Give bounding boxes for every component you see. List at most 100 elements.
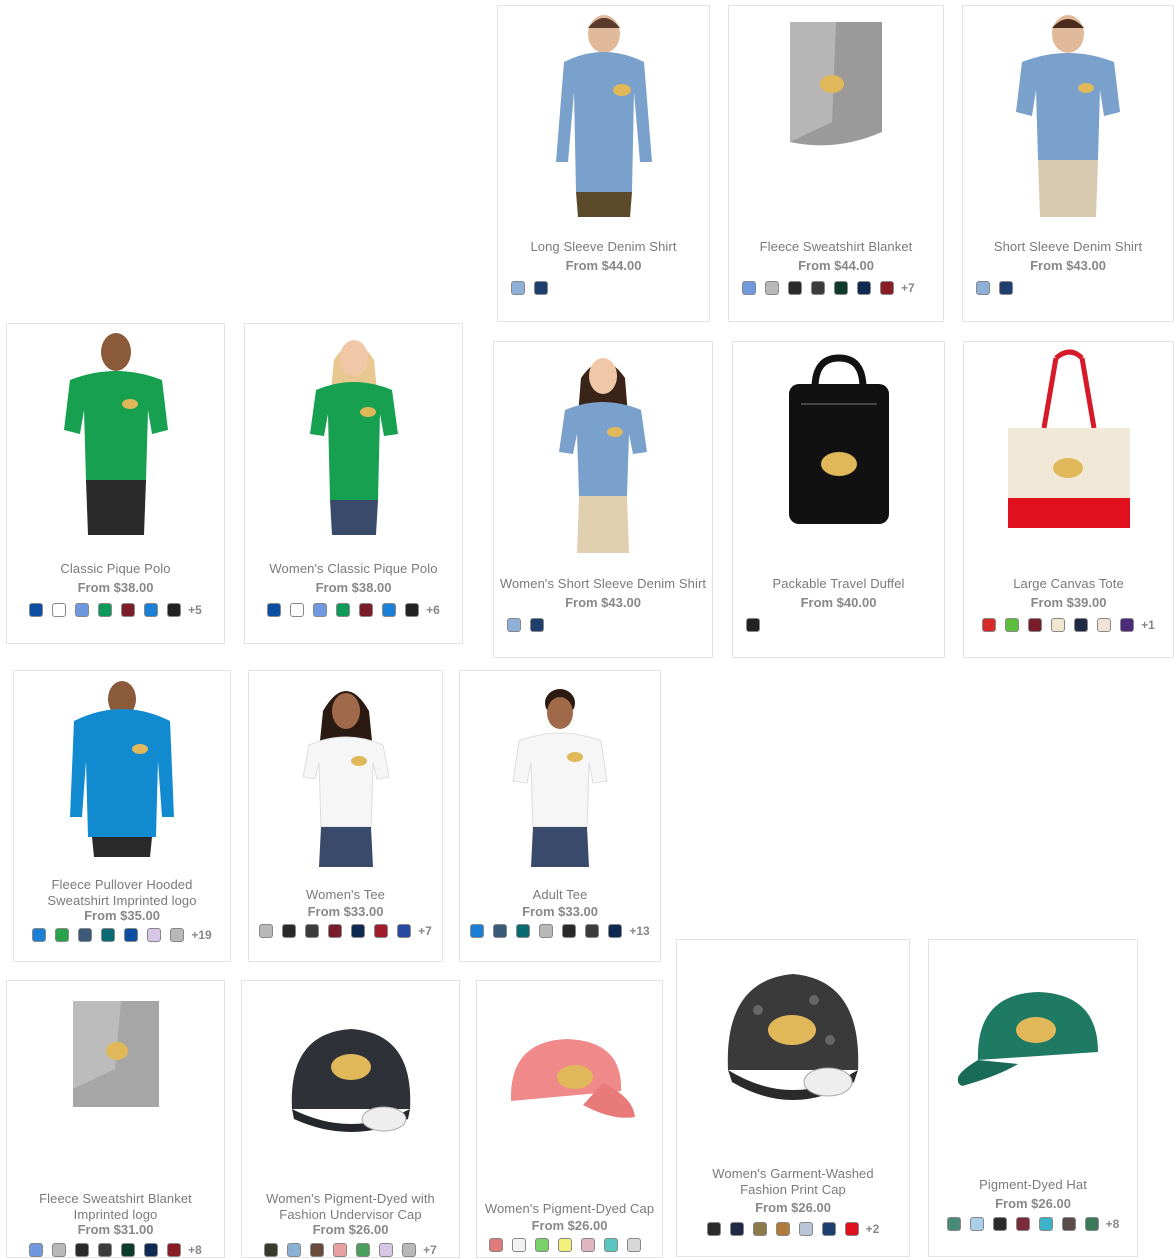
color-swatch[interactable] xyxy=(98,1243,113,1257)
color-swatch[interactable] xyxy=(52,603,67,617)
color-swatch[interactable] xyxy=(821,1222,836,1236)
more-colors-link[interactable]: +8 xyxy=(1106,1217,1120,1231)
more-colors-link[interactable]: +6 xyxy=(426,603,440,617)
color-swatch[interactable] xyxy=(167,1243,182,1257)
product-name[interactable]: Classic Pique Polo xyxy=(11,561,220,577)
product-image[interactable] xyxy=(733,348,944,538)
color-swatch[interactable] xyxy=(470,924,485,938)
color-swatch[interactable] xyxy=(857,281,871,295)
product-card[interactable]: Adult Tee From $33.00 +13 xyxy=(459,670,661,962)
color-swatch[interactable] xyxy=(32,928,47,942)
product-image[interactable] xyxy=(929,980,1137,1090)
color-swatch[interactable] xyxy=(1120,618,1135,632)
color-swatch[interactable] xyxy=(534,281,548,295)
product-name[interactable]: Long Sleeve Denim Shirt xyxy=(502,239,705,255)
more-colors-link[interactable]: +5 xyxy=(188,603,202,617)
color-swatch[interactable] xyxy=(336,603,351,617)
product-image[interactable] xyxy=(964,348,1173,538)
color-swatch[interactable] xyxy=(282,924,297,938)
color-swatch[interactable] xyxy=(374,924,389,938)
color-swatch[interactable] xyxy=(29,603,44,617)
product-image[interactable] xyxy=(249,677,442,867)
product-card[interactable]: Women's Pigment-Dyed Cap From $26.00 xyxy=(476,980,663,1258)
color-swatch[interactable] xyxy=(798,1222,813,1236)
color-swatch[interactable] xyxy=(124,928,139,942)
product-card[interactable]: Pigment-Dyed Hat From $26.00 +8 xyxy=(928,939,1138,1257)
color-swatch[interactable] xyxy=(511,281,525,295)
product-name[interactable]: Women's Pigment-Dyed Cap xyxy=(481,1201,658,1217)
color-swatch[interactable] xyxy=(1038,1217,1053,1231)
color-swatch[interactable] xyxy=(264,1243,279,1257)
color-swatch[interactable] xyxy=(976,281,990,295)
product-name[interactable]: Adult Tee xyxy=(464,887,656,903)
color-swatch[interactable] xyxy=(313,603,328,617)
color-swatch[interactable] xyxy=(1015,1217,1030,1231)
product-name[interactable]: Short Sleeve Denim Shirt xyxy=(967,239,1169,255)
color-swatch[interactable] xyxy=(328,924,343,938)
color-swatch[interactable] xyxy=(1051,618,1066,632)
product-image[interactable] xyxy=(498,12,709,217)
color-swatch[interactable] xyxy=(729,1222,744,1236)
color-swatch[interactable] xyxy=(788,281,802,295)
color-swatch[interactable] xyxy=(558,1238,572,1252)
color-swatch[interactable] xyxy=(144,603,159,617)
color-swatch[interactable] xyxy=(493,924,508,938)
color-swatch[interactable] xyxy=(333,1243,348,1257)
product-name[interactable]: Women's Garment-Washed Fashion Print Cap xyxy=(687,1166,899,1198)
product-image[interactable] xyxy=(242,1019,459,1139)
color-swatch[interactable] xyxy=(351,924,366,938)
product-name[interactable]: Women's Tee xyxy=(253,887,438,903)
more-colors-link[interactable]: +8 xyxy=(188,1243,202,1257)
color-swatch[interactable] xyxy=(267,603,282,617)
product-image[interactable] xyxy=(477,1031,662,1131)
color-swatch[interactable] xyxy=(1028,618,1043,632)
product-card[interactable]: Women's Classic Pique Polo From $38.00 +… xyxy=(244,323,463,644)
color-swatch[interactable] xyxy=(775,1222,790,1236)
color-swatch[interactable] xyxy=(604,1238,618,1252)
product-image[interactable] xyxy=(14,677,230,857)
color-swatch[interactable] xyxy=(512,1238,526,1252)
color-swatch[interactable] xyxy=(402,1243,417,1257)
product-image[interactable] xyxy=(963,12,1173,217)
color-swatch[interactable] xyxy=(746,618,760,632)
color-swatch[interactable] xyxy=(999,281,1013,295)
product-image[interactable] xyxy=(494,348,712,553)
color-swatch[interactable] xyxy=(379,1243,394,1257)
color-swatch[interactable] xyxy=(765,281,779,295)
color-swatch[interactable] xyxy=(1005,618,1020,632)
more-colors-link[interactable]: +7 xyxy=(418,924,432,938)
product-name[interactable]: Large Canvas Tote xyxy=(968,576,1169,592)
color-swatch[interactable] xyxy=(530,618,544,632)
color-swatch[interactable] xyxy=(405,603,420,617)
color-swatch[interactable] xyxy=(539,924,554,938)
color-swatch[interactable] xyxy=(608,924,623,938)
color-swatch[interactable] xyxy=(581,1238,595,1252)
color-swatch[interactable] xyxy=(1061,1217,1076,1231)
product-card[interactable]: Classic Pique Polo From $38.00 +5 xyxy=(6,323,225,644)
color-swatch[interactable] xyxy=(121,603,136,617)
color-swatch[interactable] xyxy=(167,603,182,617)
color-swatch[interactable] xyxy=(55,928,70,942)
product-name[interactable]: Women's Classic Pique Polo xyxy=(249,561,458,577)
color-swatch[interactable] xyxy=(516,924,531,938)
product-name[interactable]: Packable Travel Duffel xyxy=(737,576,940,592)
product-card[interactable]: Large Canvas Tote From $39.00 +1 xyxy=(963,341,1174,658)
product-image[interactable] xyxy=(677,960,909,1110)
color-swatch[interactable] xyxy=(121,1243,136,1257)
product-card[interactable]: Long Sleeve Denim Shirt From $44.00 xyxy=(497,5,710,322)
color-swatch[interactable] xyxy=(706,1222,721,1236)
color-swatch[interactable] xyxy=(356,1243,371,1257)
color-swatch[interactable] xyxy=(170,928,185,942)
color-swatch[interactable] xyxy=(75,1243,90,1257)
product-card[interactable]: Women's Pigment-Dyed with Fashion Underv… xyxy=(241,980,460,1258)
color-swatch[interactable] xyxy=(52,1243,67,1257)
color-swatch[interactable] xyxy=(982,618,997,632)
color-swatch[interactable] xyxy=(1097,618,1112,632)
product-name[interactable]: Women's Short Sleeve Denim Shirt xyxy=(498,576,708,592)
color-swatch[interactable] xyxy=(811,281,825,295)
color-swatch[interactable] xyxy=(310,1243,325,1257)
color-swatch[interactable] xyxy=(742,281,756,295)
product-name[interactable]: Fleece Sweatshirt Blanket xyxy=(733,239,939,255)
color-swatch[interactable] xyxy=(397,924,412,938)
product-card[interactable]: Fleece Sweatshirt Blanket From $44.00 +7 xyxy=(728,5,944,322)
